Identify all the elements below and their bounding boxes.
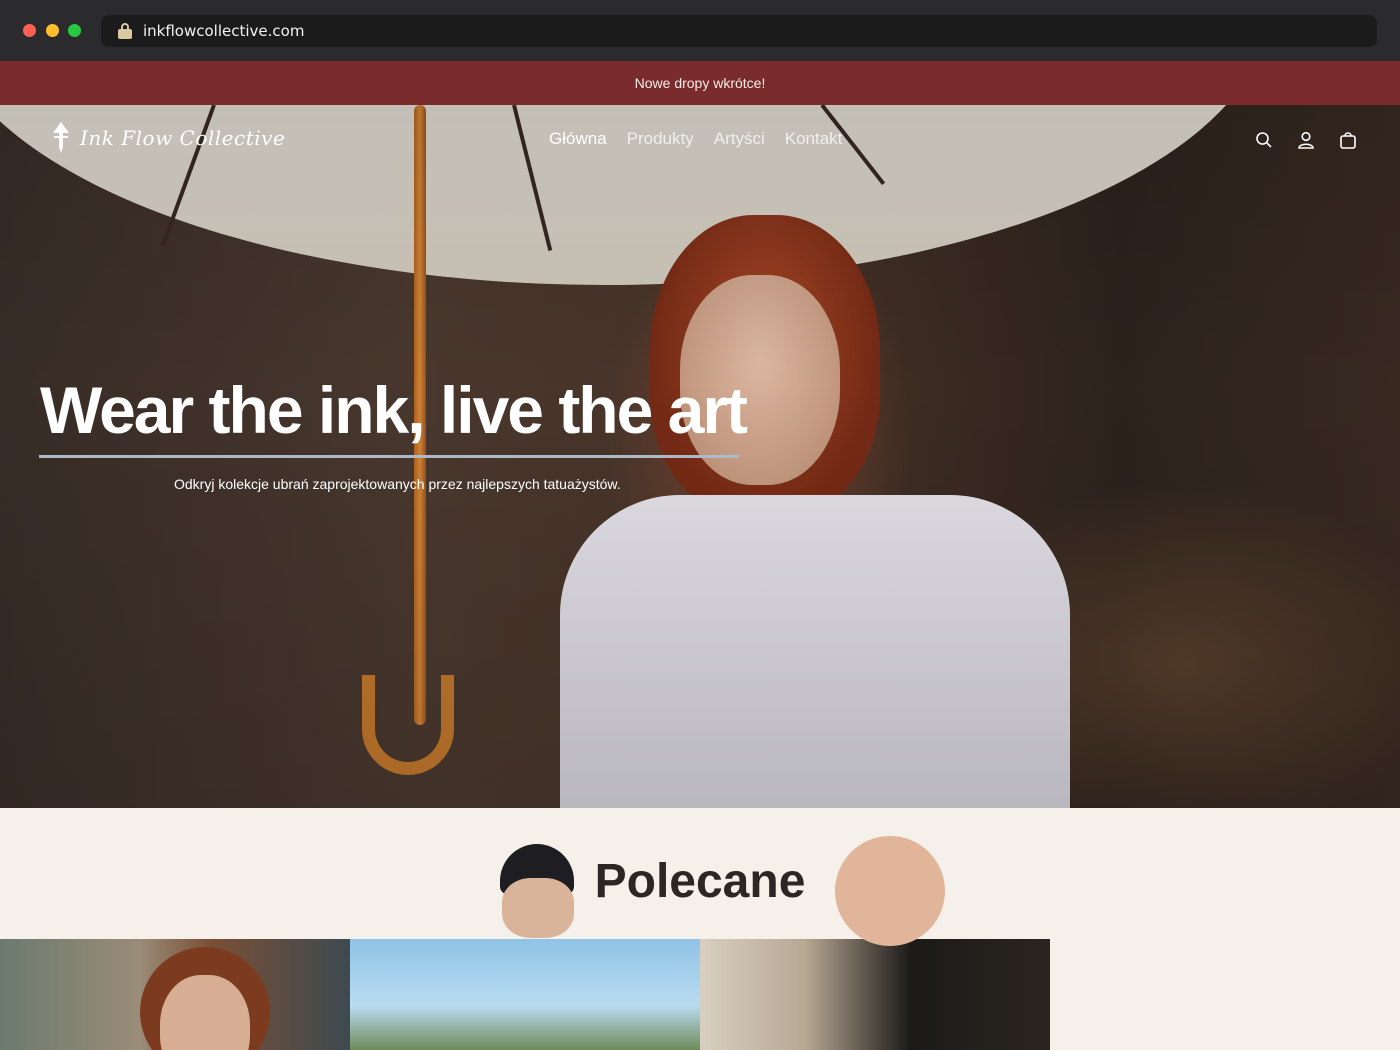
close-window-button[interactable] — [23, 24, 36, 37]
browser-chrome: inkflowcollective.com — [0, 0, 1400, 61]
logo-icon — [50, 121, 72, 155]
header-icons — [1254, 130, 1358, 150]
nav-item-kontakt[interactable]: Kontakt — [785, 129, 843, 149]
featured-cards — [0, 939, 1050, 1050]
hero-headline-underline — [39, 455, 739, 458]
lock-icon — [118, 23, 132, 40]
cart-icon[interactable] — [1338, 130, 1358, 150]
maximize-window-button[interactable] — [68, 24, 81, 37]
nav-item-produkty[interactable]: Produkty — [627, 129, 694, 149]
product-card[interactable] — [350, 939, 700, 1050]
minimize-window-button[interactable] — [46, 24, 59, 37]
featured-section: Polecane — [0, 808, 1400, 1050]
site-logo[interactable]: Ink Flow Collective — [50, 121, 285, 155]
logo-text: Ink Flow Collective — [80, 126, 286, 150]
product-image-face — [835, 836, 945, 946]
hero-headline: Wear the ink, live the art — [40, 373, 748, 447]
product-image-face — [502, 878, 574, 938]
product-card[interactable] — [700, 939, 1050, 1050]
hero-section: Ink Flow Collective Główna Produkty Arty… — [0, 105, 1400, 808]
nav-item-artysci[interactable]: Artyści — [714, 129, 765, 149]
account-icon[interactable] — [1296, 130, 1316, 150]
announcement-bar: Nowe dropy wkrótce! — [0, 61, 1400, 105]
main-nav: Główna Produkty Artyści Kontakt — [549, 129, 842, 149]
nav-item-glowna[interactable]: Główna — [549, 129, 607, 149]
search-icon[interactable] — [1254, 130, 1274, 150]
product-card[interactable] — [0, 939, 350, 1050]
hero-subheadline: Odkryj kolekcje ubrań zaprojektowanych p… — [174, 476, 621, 492]
address-bar[interactable]: inkflowcollective.com — [101, 15, 1377, 47]
featured-title: Polecane — [594, 855, 806, 908]
url-text: inkflowcollective.com — [143, 22, 305, 40]
